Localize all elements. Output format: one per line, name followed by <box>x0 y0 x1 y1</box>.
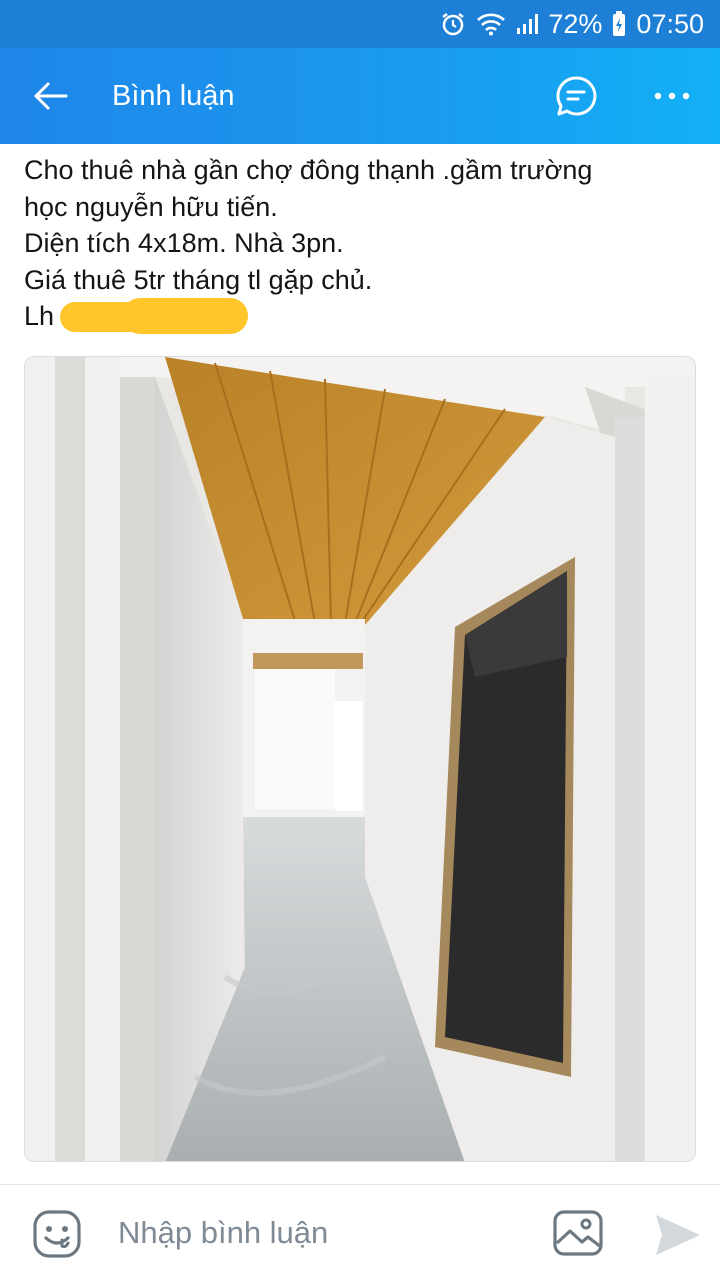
back-button[interactable] <box>26 72 74 120</box>
sticker-button[interactable] <box>32 1209 82 1259</box>
post-line: Giá thuê 5tr tháng tl gặp chủ. <box>24 264 373 295</box>
redaction-scribble <box>121 298 248 334</box>
sticker-smile-icon <box>33 1210 81 1258</box>
more-options-button[interactable] <box>648 72 696 120</box>
battery-percent: 72% <box>548 8 603 39</box>
post-photo[interactable] <box>24 356 696 1162</box>
hallway-photo-illustration <box>25 357 695 1161</box>
wifi-icon <box>476 12 506 36</box>
arrow-left-icon <box>34 82 68 110</box>
post-line: học nguyễn hữu tiến. <box>24 191 278 222</box>
chat-bubble-icon <box>556 76 597 116</box>
send-icon <box>656 1215 700 1255</box>
contact-line: Lh 0 <box>24 298 704 335</box>
clock: 07:50 <box>636 8 704 39</box>
app-bar: Bình luận <box>0 48 720 144</box>
battery-icon <box>612 11 626 37</box>
signal-icon <box>516 13 539 35</box>
status-bar: 72% 07:50 <box>0 0 720 48</box>
chat-button[interactable] <box>552 72 600 120</box>
alarm-icon <box>440 11 466 37</box>
comment-input[interactable] <box>118 1213 518 1253</box>
attach-image-button[interactable] <box>552 1209 604 1257</box>
send-button[interactable] <box>652 1211 702 1259</box>
post-line: Diện tích 4x18m. Nhà 3pn. <box>24 228 344 258</box>
image-icon <box>553 1210 603 1256</box>
phone-number-link[interactable]: 0 <box>59 298 250 335</box>
post-text: Cho thuê nhà gần chợ đông thạnh .gầm trư… <box>24 152 704 335</box>
contact-label: Lh <box>24 301 55 331</box>
comment-composer <box>0 1184 720 1280</box>
more-horizontal-icon <box>654 92 690 100</box>
post-line: Cho thuê nhà gần chợ đông thạnh .gầm trư… <box>24 155 593 185</box>
page-title: Bình luận <box>112 80 235 112</box>
